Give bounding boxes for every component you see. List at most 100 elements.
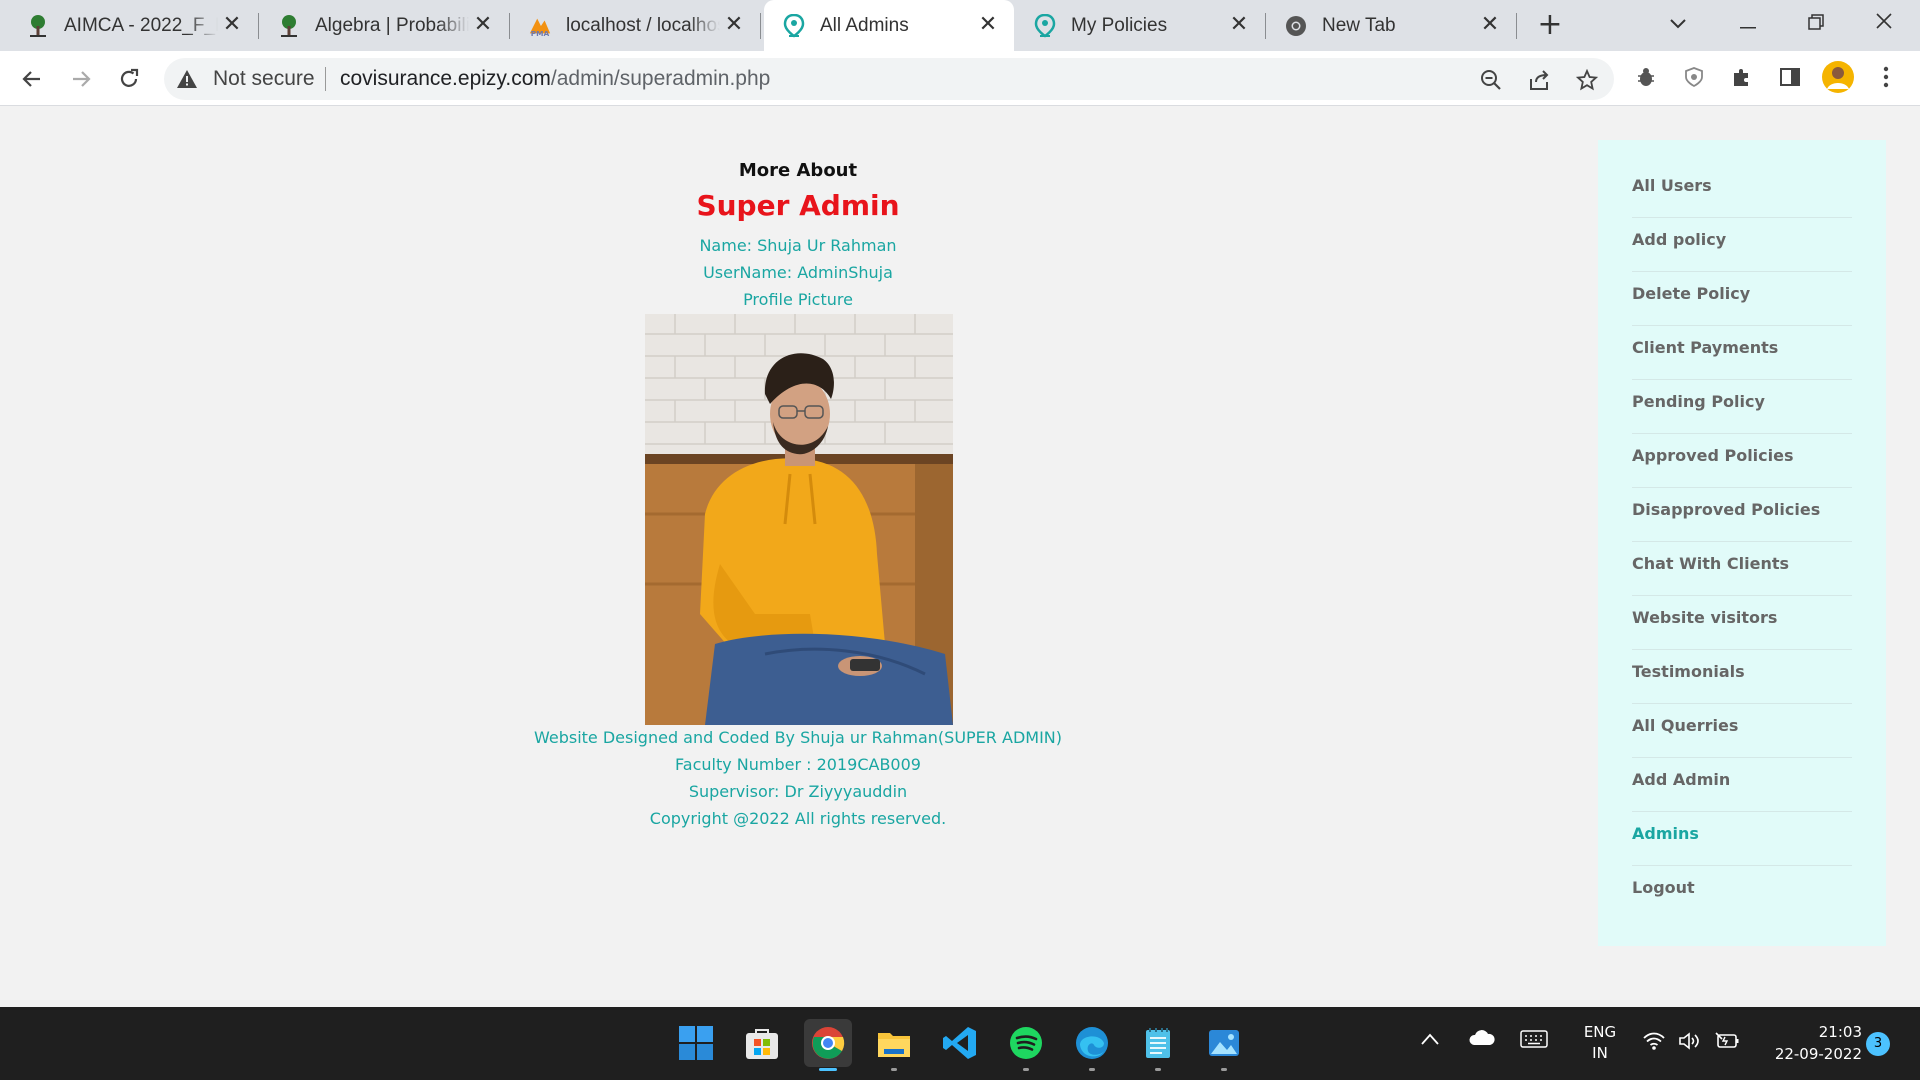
admin-username: UserName: AdminShuja bbox=[703, 263, 893, 282]
battery-icon[interactable] bbox=[1714, 1031, 1740, 1055]
tab-title: My Policies bbox=[1071, 14, 1168, 36]
url-text[interactable]: covisurance.epizy.com/admin/superadmin.p… bbox=[340, 67, 770, 91]
notepad-icon[interactable] bbox=[1134, 1019, 1182, 1071]
zoom-icon[interactable] bbox=[1478, 67, 1504, 93]
clock-time: 21:03 bbox=[1818, 1023, 1862, 1041]
browser-tab-active[interactable]: All Admins ✕ bbox=[764, 0, 1014, 51]
sidebar-item-logout[interactable]: Logout bbox=[1632, 866, 1852, 920]
language-indicator[interactable]: ENG IN bbox=[1578, 1022, 1622, 1064]
onedrive-cloud-icon[interactable] bbox=[1468, 1029, 1496, 1051]
close-icon[interactable]: ✕ bbox=[722, 13, 746, 37]
tab-title: Algebra | Probability bbox=[315, 14, 469, 36]
sidebar-item-all-querries[interactable]: All Querries bbox=[1632, 704, 1852, 758]
language-code: ENG bbox=[1583, 1023, 1617, 1041]
url-path: /admin/superadmin.php bbox=[550, 67, 771, 90]
browser-tab[interactable]: PMA localhost / localhost ✕ bbox=[510, 0, 761, 51]
shield-extension-icon[interactable] bbox=[1678, 61, 1710, 93]
volume-icon[interactable] bbox=[1678, 1031, 1702, 1055]
wifi-icon[interactable] bbox=[1642, 1031, 1666, 1055]
security-label[interactable]: Not secure bbox=[213, 67, 315, 91]
profile-avatar[interactable] bbox=[1822, 61, 1854, 93]
tab-title: All Admins bbox=[820, 14, 909, 36]
copyright-text: Copyright @2022 All rights reserved. bbox=[649, 809, 947, 828]
close-icon[interactable]: ✕ bbox=[1227, 13, 1251, 37]
tab-title: localhost / localhost bbox=[566, 14, 720, 36]
sidebar-item-disapproved-policies[interactable]: Disapproved Policies bbox=[1632, 488, 1852, 542]
menu-kebab-icon[interactable] bbox=[1870, 61, 1902, 93]
sidebar-item-add-policy[interactable]: Add policy bbox=[1632, 218, 1852, 272]
sidebar-item-admins[interactable]: Admins bbox=[1632, 812, 1852, 866]
back-button[interactable] bbox=[14, 61, 50, 97]
browser-tab-strip: AIMCA - 2022_F_Batch ✕ Algebra | Probabi… bbox=[0, 0, 1920, 51]
store-icon[interactable] bbox=[738, 1019, 786, 1067]
browser-tab[interactable]: My Policies ✕ bbox=[1015, 0, 1266, 51]
warning-icon[interactable] bbox=[176, 68, 198, 90]
vscode-icon[interactable] bbox=[936, 1019, 984, 1067]
page-title: Super Admin bbox=[696, 189, 900, 222]
minimize-button[interactable] bbox=[1728, 6, 1768, 40]
tab-separator bbox=[760, 13, 761, 39]
admin-sidebar: All Users Add policy Delete Policy Clien… bbox=[1598, 140, 1886, 946]
keyboard-icon[interactable] bbox=[1520, 1029, 1548, 1053]
tab-title: New Tab bbox=[1322, 14, 1396, 36]
side-panel-icon[interactable] bbox=[1774, 61, 1806, 93]
edge-icon[interactable] bbox=[1068, 1019, 1116, 1071]
tab-separator bbox=[1516, 13, 1517, 39]
file-explorer-icon[interactable] bbox=[870, 1019, 918, 1071]
sidebar-item-delete-policy[interactable]: Delete Policy bbox=[1632, 272, 1852, 326]
spotify-icon[interactable] bbox=[1002, 1019, 1050, 1071]
clock-date: 22-09-2022 bbox=[1774, 1045, 1862, 1063]
extensions-puzzle-icon[interactable] bbox=[1726, 61, 1758, 93]
sidebar-item-all-users[interactable]: All Users bbox=[1632, 164, 1852, 218]
chrome-icon bbox=[1284, 14, 1308, 38]
sidebar-item-approved-policies[interactable]: Approved Policies bbox=[1632, 434, 1852, 488]
windows-taskbar: ENG IN 21:03 22-09-2022 3 bbox=[0, 1007, 1920, 1080]
reload-button[interactable] bbox=[111, 61, 147, 97]
close-icon[interactable]: ✕ bbox=[976, 13, 1000, 37]
sidebar-item-pending-policy[interactable]: Pending Policy bbox=[1632, 380, 1852, 434]
section-heading: More About bbox=[738, 160, 858, 181]
sidebar-item-chat-with-clients[interactable]: Chat With Clients bbox=[1632, 542, 1852, 596]
region-code: IN bbox=[1592, 1044, 1608, 1062]
notification-badge[interactable]: 3 bbox=[1866, 1032, 1890, 1056]
phpmyadmin-icon: PMA bbox=[528, 14, 552, 38]
bookmark-star-icon[interactable] bbox=[1574, 67, 1600, 93]
forward-button[interactable] bbox=[63, 61, 99, 97]
url-domain: covisurance.epizy.com bbox=[340, 67, 551, 90]
tab-search-icon[interactable] bbox=[1658, 6, 1698, 40]
chrome-taskbar-icon[interactable] bbox=[804, 1019, 852, 1071]
share-icon[interactable] bbox=[1526, 67, 1552, 93]
sidebar-item-website-visitors[interactable]: Website visitors bbox=[1632, 596, 1852, 650]
supervisor-text: Supervisor: Dr Ziyyyauddin bbox=[688, 782, 908, 801]
browser-toolbar: Not secure covisurance.epizy.com/admin/s… bbox=[0, 51, 1920, 106]
profile-picture-label: Profile Picture bbox=[743, 290, 853, 309]
close-icon[interactable]: ✕ bbox=[471, 13, 495, 37]
browser-tab[interactable]: AIMCA - 2022_F_Batch ✕ bbox=[8, 0, 259, 51]
faculty-number: Faculty Number : 2019CAB009 bbox=[675, 755, 921, 774]
clock[interactable]: 21:03 22-09-2022 bbox=[1752, 1021, 1862, 1065]
page-content: More About Super Admin Name: Shuja Ur Ra… bbox=[0, 106, 1920, 1007]
new-tab-button[interactable]: + bbox=[1532, 8, 1568, 44]
address-divider bbox=[325, 67, 326, 91]
chevron-up-icon[interactable] bbox=[1420, 1031, 1440, 1050]
sidebar-item-testimonials[interactable]: Testimonials bbox=[1632, 650, 1852, 704]
photos-icon[interactable] bbox=[1200, 1019, 1248, 1071]
bug-extension-icon[interactable] bbox=[1630, 61, 1662, 93]
close-window-button[interactable] bbox=[1864, 6, 1904, 40]
svg-text:PMA: PMA bbox=[531, 29, 550, 38]
close-icon[interactable]: ✕ bbox=[1478, 13, 1502, 37]
tree-logo-icon bbox=[277, 14, 301, 38]
browser-tab[interactable]: Algebra | Probability ✕ bbox=[259, 0, 510, 51]
profile-picture bbox=[645, 314, 953, 725]
shield-logo-icon bbox=[1033, 13, 1057, 38]
admin-name: Name: Shuja Ur Rahman bbox=[699, 236, 897, 255]
address-bar[interactable]: Not secure covisurance.epizy.com/admin/s… bbox=[164, 58, 1614, 100]
sidebar-item-add-admin[interactable]: Add Admin bbox=[1632, 758, 1852, 812]
restore-button[interactable] bbox=[1796, 6, 1836, 40]
start-icon[interactable] bbox=[672, 1019, 720, 1067]
browser-tab[interactable]: New Tab ✕ bbox=[1266, 0, 1517, 51]
credit-text: Website Designed and Coded By Shuja ur R… bbox=[533, 728, 1062, 747]
shield-logo-icon bbox=[782, 13, 806, 38]
close-icon[interactable]: ✕ bbox=[220, 13, 244, 37]
sidebar-item-client-payments[interactable]: Client Payments bbox=[1632, 326, 1852, 380]
